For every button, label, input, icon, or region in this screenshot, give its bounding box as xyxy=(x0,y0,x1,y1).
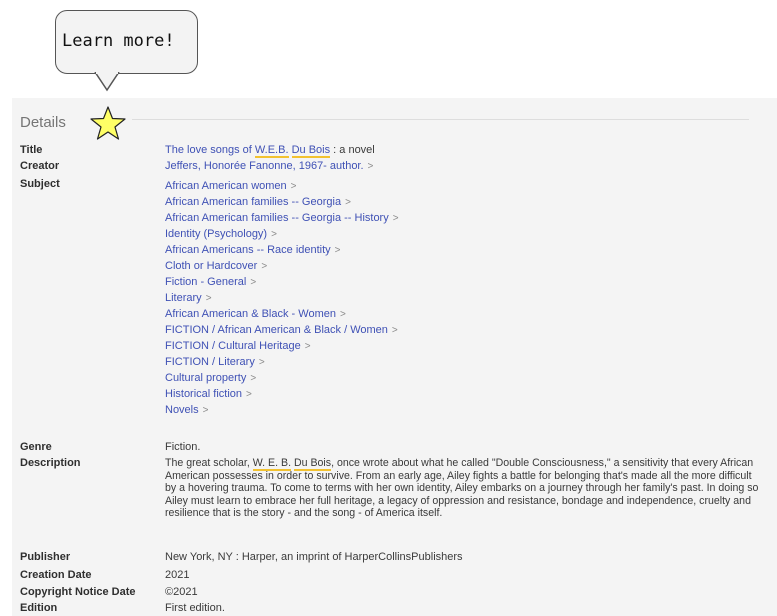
subject-link[interactable]: FICTION / African American & Black / Wom… xyxy=(165,324,388,336)
chevron-right-icon: > xyxy=(246,389,252,400)
subject-link[interactable]: Fiction - General xyxy=(165,276,246,288)
subject-item[interactable]: African American women > xyxy=(165,178,765,194)
title-value[interactable]: The love songs of W.E.B. Du Bois : a nov… xyxy=(165,144,765,158)
callout-tail xyxy=(94,72,120,92)
title-label: Title xyxy=(20,144,43,156)
chevron-right-icon: > xyxy=(271,229,277,240)
title-link-prefix[interactable]: The love songs of xyxy=(165,144,255,156)
chevron-right-icon: > xyxy=(202,405,209,416)
learn-more-callout: Learn more! xyxy=(55,10,198,74)
subject-item[interactable]: Identity (Psychology) > xyxy=(165,226,765,242)
details-heading: Details xyxy=(20,114,66,131)
subject-item[interactable]: FICTION / Cultural Heritage > xyxy=(165,338,765,354)
subject-link[interactable]: FICTION / Literary xyxy=(165,356,255,368)
publisher-label: Publisher xyxy=(20,551,71,563)
description-label: Description xyxy=(20,457,81,469)
publisher-value: New York, NY : Harper, an imprint of Har… xyxy=(165,551,463,563)
subject-link[interactable]: African American families -- Georgia -- … xyxy=(165,212,389,224)
subject-label: Subject xyxy=(20,178,60,190)
chevron-right-icon: > xyxy=(261,261,268,272)
copyright-value: ©2021 xyxy=(165,586,198,598)
subject-item[interactable]: African American & Black - Women > xyxy=(165,306,765,322)
subject-list: African American women > African American… xyxy=(165,178,765,418)
edition-label: Edition xyxy=(20,602,58,614)
description-value: The great scholar, W. E. B. Du Bois, onc… xyxy=(165,457,765,520)
subject-item[interactable]: FICTION / African American & Black / Wom… xyxy=(165,322,765,338)
title-suffix: : a novel xyxy=(330,144,375,156)
chevron-right-icon: > xyxy=(250,373,257,384)
genre-label: Genre xyxy=(20,441,52,453)
title-highlight-web[interactable]: W.E.B. xyxy=(254,144,289,158)
subject-item[interactable]: Cultural property > xyxy=(165,370,765,386)
chevron-right-icon: > xyxy=(334,245,341,256)
subject-item[interactable]: Historical fiction > xyxy=(165,386,765,402)
details-divider xyxy=(132,119,749,120)
edition-value: First edition. xyxy=(165,602,225,614)
chevron-right-icon: > xyxy=(339,309,346,320)
subject-item[interactable]: FICTION / Literary > xyxy=(165,354,765,370)
chevron-right-icon: > xyxy=(205,293,212,304)
subject-item[interactable]: African Americans -- Race identity > xyxy=(165,242,765,258)
subject-item[interactable]: Cloth or Hardcover > xyxy=(165,258,765,274)
subject-item[interactable]: Novels > xyxy=(165,402,765,418)
genre-value: Fiction. xyxy=(165,441,201,453)
subject-link[interactable]: Novels xyxy=(165,404,199,416)
subject-item[interactable]: African American families -- Georgia > xyxy=(165,194,765,210)
star-icon[interactable] xyxy=(89,106,127,140)
subject-link[interactable]: FICTION / Cultural Heritage xyxy=(165,340,301,352)
description-prefix: The great scholar, xyxy=(165,457,253,469)
subject-item[interactable]: Fiction - General > xyxy=(165,274,765,290)
title-highlight-dubois[interactable]: Du Bois xyxy=(291,144,331,158)
subject-link[interactable]: African American women xyxy=(165,180,287,192)
subject-item[interactable]: African American families -- Georgia -- … xyxy=(165,210,765,226)
chevron-right-icon: > xyxy=(345,197,351,208)
subject-link[interactable]: Literary xyxy=(165,292,202,304)
chevron-right-icon: > xyxy=(367,161,374,172)
chevron-right-icon: > xyxy=(304,341,311,352)
chevron-right-icon: > xyxy=(392,213,399,224)
chevron-right-icon: > xyxy=(290,181,297,192)
chevron-right-icon: > xyxy=(391,325,398,336)
chevron-right-icon: > xyxy=(258,357,265,368)
subject-link[interactable]: African Americans -- Race identity xyxy=(165,244,331,256)
details-panel: Details Title The love songs of W.E.B. D… xyxy=(12,98,777,616)
chevron-right-icon: > xyxy=(250,277,257,288)
creation-date-value: 2021 xyxy=(165,569,190,581)
subject-link[interactable]: African American families -- Georgia xyxy=(165,196,341,208)
creator-value[interactable]: Jeffers, Honorée Fanonne, 1967- author. > xyxy=(165,160,765,173)
subject-link[interactable]: Cloth or Hardcover xyxy=(165,260,257,272)
creator-link[interactable]: Jeffers, Honorée Fanonne, 1967- author. xyxy=(165,160,364,172)
subject-link[interactable]: Cultural property xyxy=(165,372,246,384)
subject-link[interactable]: Historical fiction xyxy=(165,388,242,400)
copyright-label: Copyright Notice Date xyxy=(20,586,136,598)
subject-link[interactable]: Identity (Psychology) xyxy=(165,228,267,240)
creator-label: Creator xyxy=(20,160,60,172)
subject-item[interactable]: Literary > xyxy=(165,290,765,306)
callout-text: Learn more! xyxy=(62,31,175,51)
subject-link[interactable]: African American & Black - Women xyxy=(165,308,336,320)
creation-date-label: Creation Date xyxy=(20,569,92,581)
